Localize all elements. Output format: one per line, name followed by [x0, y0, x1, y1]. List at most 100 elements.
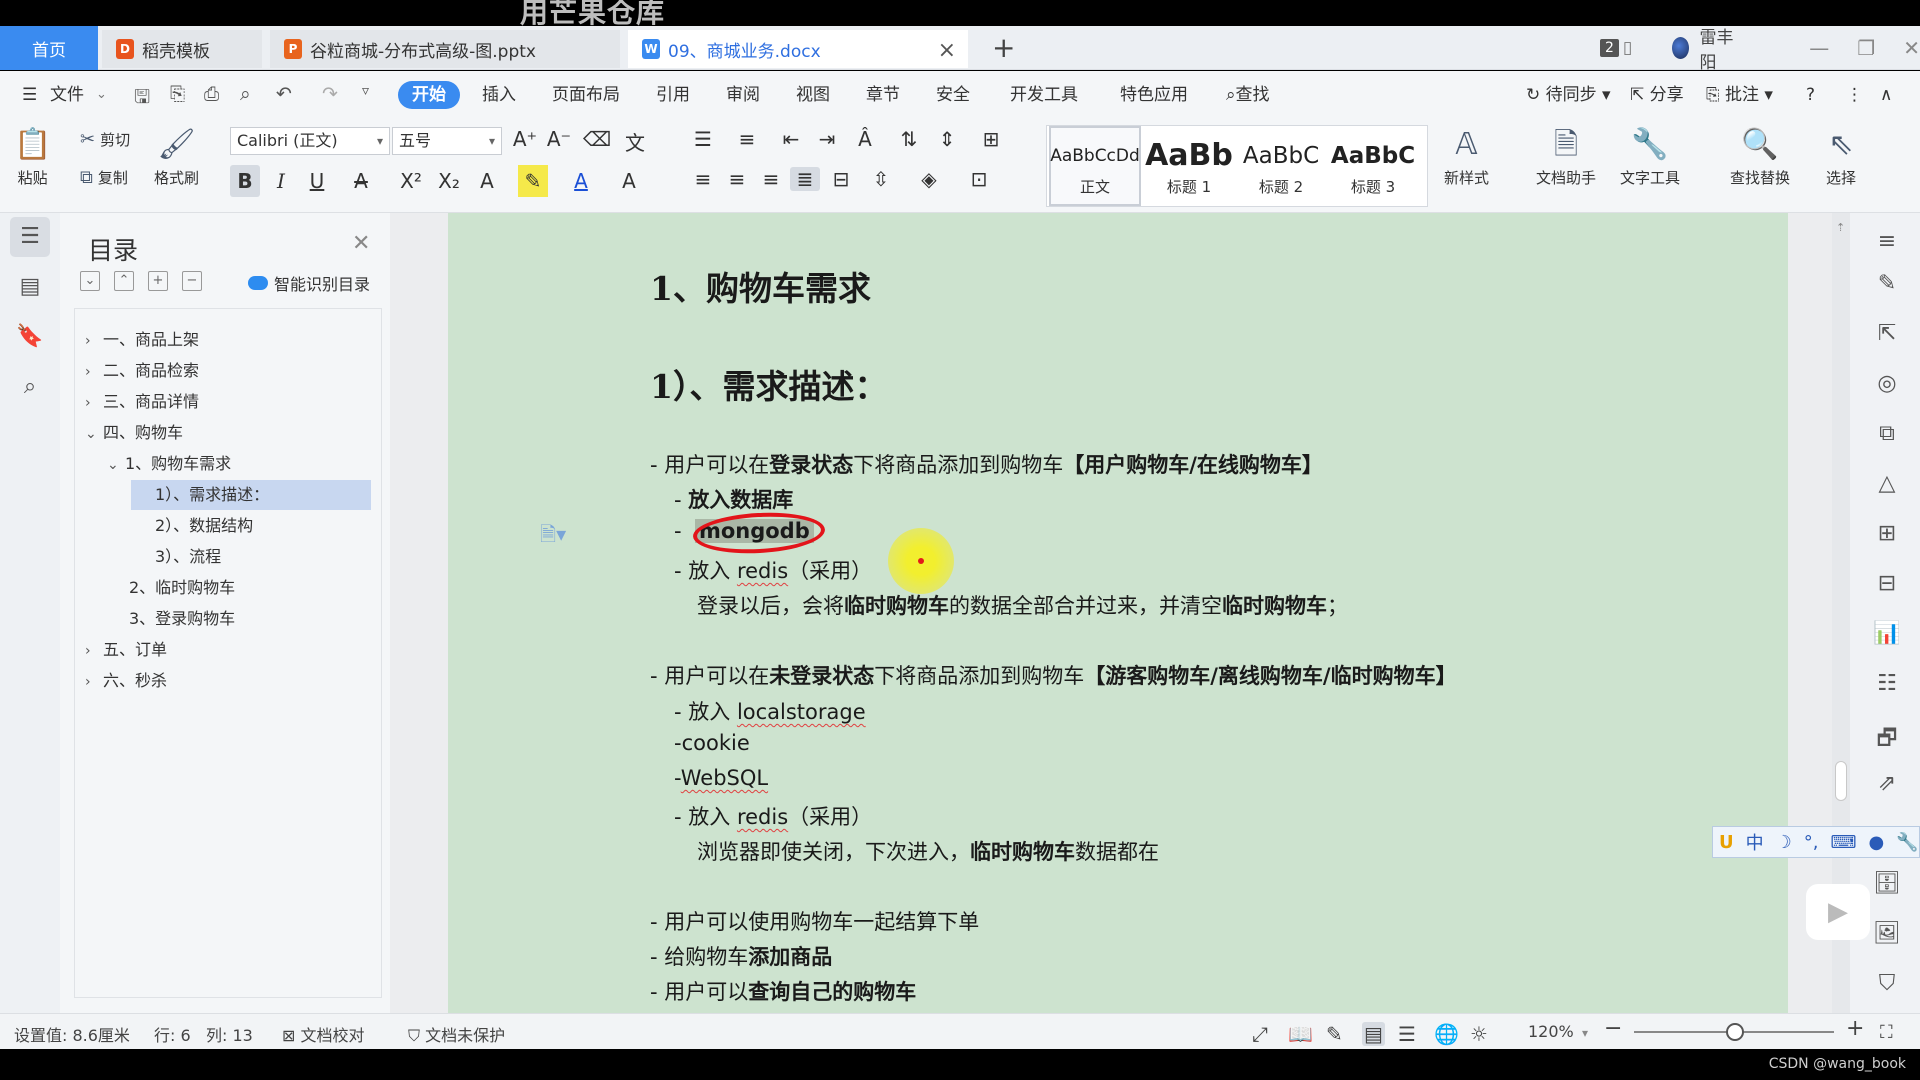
- print-icon[interactable]: ⎙: [204, 83, 219, 105]
- menu-features[interactable]: 特色应用: [1120, 81, 1188, 109]
- window-count-badge[interactable]: 2: [1600, 39, 1619, 57]
- hamburger-icon[interactable]: ☰: [22, 81, 37, 109]
- text-effect-icon[interactable]: A: [472, 165, 502, 197]
- pages-icon[interactable]: ▤: [10, 267, 50, 307]
- highlight-icon[interactable]: ✎: [518, 165, 548, 197]
- chevron-right-icon[interactable]: ›: [85, 636, 103, 666]
- toc-icon[interactable]: ☰: [10, 217, 50, 257]
- window-list-icon[interactable]: ▯: [1623, 38, 1632, 58]
- ime-toolbar[interactable]: U 中 ☽ °, ⌨ ● 🔧: [1712, 826, 1920, 858]
- collapse-all-icon[interactable]: ⌄: [80, 271, 100, 291]
- export-share-icon[interactable]: ⇗: [1872, 771, 1902, 796]
- fullscreen-icon[interactable]: ⤢: [1252, 1022, 1268, 1046]
- ime-logo-icon[interactable]: U: [1719, 832, 1734, 853]
- chart-icon[interactable]: 📊: [1872, 621, 1902, 646]
- archive-icon[interactable]: 🗄: [1872, 871, 1902, 896]
- sync-button[interactable]: ↻ 待同步 ▾: [1526, 81, 1611, 109]
- location-icon[interactable]: ◎: [1872, 371, 1902, 396]
- fit-window-icon[interactable]: ⛶: [1880, 1022, 1893, 1043]
- collapse-ribbon-icon[interactable]: ∧: [1880, 81, 1892, 109]
- undo-icon[interactable]: ↶: [276, 83, 292, 105]
- collapse-icon[interactable]: ≡: [1872, 229, 1902, 254]
- align-left-icon[interactable]: ≡: [688, 167, 718, 191]
- menu-file[interactable]: 文件: [50, 81, 84, 109]
- font-color-icon[interactable]: A: [566, 165, 596, 197]
- menu-start[interactable]: 开始: [398, 81, 460, 109]
- menu-reference[interactable]: 引用: [656, 81, 690, 109]
- bullet-list-icon[interactable]: ☰: [688, 127, 718, 151]
- punctuation-icon[interactable]: °,: [1804, 832, 1819, 853]
- shield-icon[interactable]: ⛉: [1872, 971, 1902, 996]
- menu-security[interactable]: 安全: [936, 81, 970, 109]
- toc-item-selected[interactable]: 1）、需求描述：: [131, 480, 371, 510]
- shapes-icon[interactable]: ⧉: [1872, 421, 1902, 446]
- font-name-select[interactable]: Calibri (正文) ▾: [230, 127, 390, 155]
- print-preview-icon[interactable]: ⌕: [240, 83, 251, 105]
- edit-mode-icon[interactable]: ✎: [1326, 1022, 1343, 1046]
- export-icon[interactable]: ⎘: [170, 83, 185, 105]
- share-button[interactable]: ⇱ 分享: [1630, 81, 1684, 109]
- increase-indent-icon[interactable]: ⇥: [812, 127, 842, 151]
- close-icon[interactable]: ✕: [352, 231, 370, 256]
- new-style-button[interactable]: 𝔸 新样式: [1444, 123, 1489, 188]
- image-stack-icon[interactable]: 🗗: [1872, 721, 1902, 759]
- help-icon[interactable]: ?: [1806, 81, 1815, 109]
- zoom-out-icon[interactable]: −: [1604, 1016, 1622, 1041]
- smart-toc-button[interactable]: 智能识别目录: [248, 271, 370, 295]
- align-center-icon[interactable]: ≡: [722, 167, 752, 191]
- toc-item[interactable]: › 二、商品检索: [85, 356, 199, 386]
- menu-devtools[interactable]: 开发工具: [1010, 81, 1078, 109]
- shading-icon[interactable]: ◈: [914, 167, 944, 191]
- user-name[interactable]: 雷丰阳: [1699, 23, 1739, 73]
- chevron-down-icon[interactable]: ▾: [1582, 1026, 1588, 1040]
- zoom-level[interactable]: 120%: [1528, 1022, 1574, 1041]
- chevron-right-icon[interactable]: ›: [85, 357, 103, 387]
- pen-icon[interactable]: ✎: [1872, 271, 1902, 296]
- subscript-icon[interactable]: X₂: [434, 165, 464, 197]
- scroll-top-icon[interactable]: ⇡: [1836, 221, 1845, 234]
- chevron-right-icon[interactable]: ›: [85, 388, 103, 418]
- decrease-indent-icon[interactable]: ⇤: [776, 127, 806, 151]
- grow-font-icon[interactable]: A⁺: [510, 127, 540, 151]
- close-icon[interactable]: ×: [938, 38, 956, 63]
- remove-heading-icon[interactable]: −: [182, 271, 202, 291]
- moon-icon[interactable]: ☽: [1776, 832, 1792, 853]
- menu-chapter[interactable]: 章节: [866, 81, 900, 109]
- paragraph-handle-icon[interactable]: 🗎▾: [540, 520, 566, 554]
- find-icon[interactable]: ⌕: [10, 367, 50, 407]
- style-heading-3[interactable]: AaBbC 标题 3: [1327, 126, 1419, 206]
- tab-pptx[interactable]: P 谷粒商城-分布式高级-图.pptx: [270, 30, 620, 68]
- customize-toolbar-icon[interactable]: ▿: [362, 83, 369, 99]
- copy-button[interactable]: ⧉ 复制: [80, 167, 128, 188]
- menu-view[interactable]: 视图: [796, 81, 830, 109]
- toc-item[interactable]: 3）、流程: [155, 542, 221, 572]
- zoom-slider-knob[interactable]: [1726, 1023, 1744, 1041]
- proofread-button[interactable]: ⊠ 文档校对: [282, 1022, 365, 1046]
- align-right-icon[interactable]: ≡: [756, 167, 786, 191]
- distribute-icon[interactable]: ⊟: [826, 167, 856, 191]
- toc-item[interactable]: › 五、订单: [85, 635, 167, 665]
- paste-button[interactable]: 📋 粘贴: [14, 123, 51, 188]
- toc-item[interactable]: 2、临时购物车: [129, 573, 235, 603]
- tab-template[interactable]: D 稻壳模板: [102, 30, 262, 68]
- find-replace-button[interactable]: 🔍 查找替换: [1730, 123, 1790, 188]
- justify-icon[interactable]: ≣: [790, 167, 820, 191]
- font-size-select[interactable]: 五号 ▾: [392, 127, 502, 155]
- read-mode-icon[interactable]: 📖: [1288, 1022, 1313, 1046]
- toc-item[interactable]: › 三、商品详情: [85, 387, 199, 417]
- text-tools-button[interactable]: 🔧 文字工具: [1620, 123, 1680, 188]
- window-close-icon[interactable]: ✕: [1903, 36, 1920, 60]
- tab-docx[interactable]: W 09、商城业务.docx ×: [628, 30, 968, 68]
- line-spacing-icon[interactable]: ⇕: [932, 127, 962, 151]
- toc-item[interactable]: 2）、数据结构: [155, 511, 253, 541]
- new-tab-icon[interactable]: +: [992, 30, 1015, 66]
- style-normal[interactable]: AaBbCcDd 正文: [1049, 126, 1141, 206]
- shrink-font-icon[interactable]: A⁻: [544, 127, 574, 151]
- play-icon[interactable]: ▶: [1806, 884, 1870, 940]
- protect-button[interactable]: ⛉ 文档未保护: [408, 1022, 505, 1046]
- style-heading-2[interactable]: AaBbC 标题 2: [1235, 126, 1327, 206]
- sort-icon[interactable]: ⇅: [894, 127, 924, 151]
- settings-sliders-icon[interactable]: ☷: [1872, 671, 1902, 696]
- add-heading-icon[interactable]: +: [148, 271, 168, 291]
- tab-home[interactable]: 首页: [0, 26, 98, 70]
